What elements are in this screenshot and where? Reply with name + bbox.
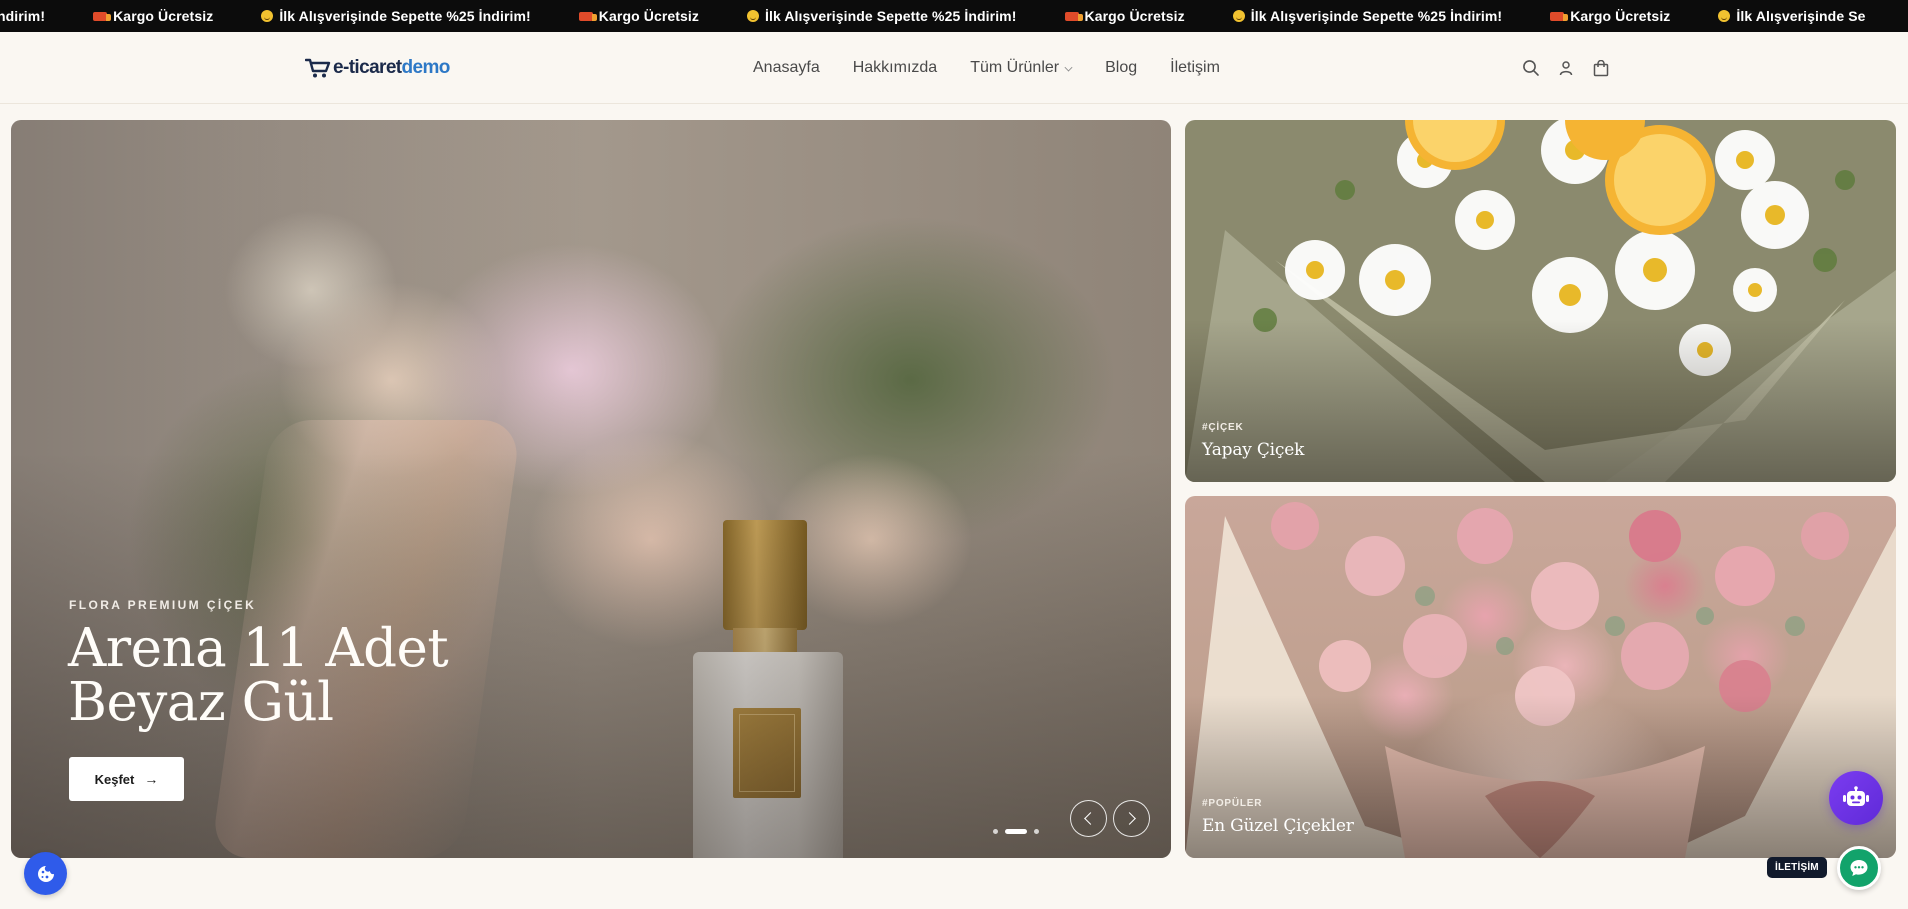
chevron-left-icon <box>1084 812 1097 825</box>
search-button[interactable] <box>1519 56 1543 80</box>
promo-card-popular-flowers[interactable]: #POPÜLER En Güzel Çiçekler <box>1185 496 1896 858</box>
slider-prev-button[interactable] <box>1070 800 1107 837</box>
chatbot-button[interactable] <box>1829 771 1883 825</box>
promo-card-artificial-flowers[interactable]: #ÇİÇEK Yapay Çiçek <box>1185 120 1896 482</box>
arrow-right-icon: → <box>144 771 159 787</box>
truck-emoji-icon <box>578 11 597 21</box>
nav-label: Hakkımızda <box>852 59 938 76</box>
cookie-settings-button[interactable] <box>24 852 67 895</box>
announcement-text: İlk Alışverişinde Se <box>1736 8 1866 24</box>
announcement-item: İlk Alışverişinde Sepette %25 İndirim! <box>747 8 1016 24</box>
slider-dot[interactable] <box>1034 828 1039 834</box>
search-icon <box>1523 60 1539 76</box>
announcement-track: te %25 İndirim! Kargo Ücretsiz İlk Alışv… <box>0 8 1908 24</box>
hero-overlay <box>11 120 1171 858</box>
announcement-text: İlk Alışverişinde Sepette %25 İndirim! <box>765 8 1017 24</box>
bag-icon <box>1593 59 1609 76</box>
announcement-item: te %25 İndirim! <box>0 8 45 24</box>
account-button[interactable] <box>1554 56 1578 80</box>
card-tag: #ÇİÇEK <box>1202 422 1244 433</box>
announcement-item: İlk Alışverişinde Sepette %25 İndirim! <box>261 8 531 24</box>
announcement-item: Kargo Ücretsiz <box>578 8 700 24</box>
cart-button[interactable] <box>1589 56 1613 80</box>
truck-emoji-icon <box>1064 11 1083 21</box>
site-header: e-ticaretdemo Anasayfa Hakkımızda Tüm Ür… <box>0 32 1908 104</box>
site-logo[interactable]: e-ticaretdemo <box>305 54 450 82</box>
robot-icon <box>1843 786 1869 806</box>
slider-pagination <box>993 828 1046 834</box>
header-actions <box>1519 56 1613 80</box>
nav-item-all-products[interactable]: Tüm Ürünler <box>970 59 1073 77</box>
cart-logo-icon <box>305 58 331 78</box>
chevron-right-icon <box>1123 812 1136 825</box>
nav-label: İletişim <box>1170 59 1220 76</box>
card-title: En Güzel Çiçekler <box>1202 816 1354 836</box>
announcement-text: Kargo Ücretsiz <box>598 8 700 24</box>
announcement-text: Kargo Ücretsiz <box>113 8 214 24</box>
announcement-item: Kargo Ücretsiz <box>1064 8 1185 24</box>
hero-title: Arena 11 Adet Beyaz Gül <box>68 618 449 733</box>
truck-emoji-icon <box>1550 11 1569 21</box>
card-title: Yapay Çiçek <box>1202 440 1305 460</box>
nav-item-contact[interactable]: İletişim <box>1170 59 1220 77</box>
logo-part-2: demo <box>401 57 451 78</box>
slider-next-button[interactable] <box>1113 800 1150 837</box>
announcement-text: te %25 İndirim! <box>0 8 46 24</box>
announcement-item: İlk Alışverişinde Sepette %25 İndirim! <box>1232 8 1503 24</box>
announcement-bar: te %25 İndirim! Kargo Ücretsiz İlk Alışv… <box>0 0 1908 32</box>
smile-emoji-icon <box>1232 10 1245 22</box>
main-nav: Anasayfa Hakkımızda Tüm Ürünler Blog İle… <box>753 32 1220 104</box>
announcement-text: İlk Alışverişinde Sepette %25 İndirim! <box>1250 8 1503 24</box>
smile-emoji-icon <box>261 10 274 22</box>
smile-emoji-icon <box>1718 10 1731 22</box>
whatsapp-chat-button[interactable] <box>1837 846 1881 890</box>
announcement-text: Kargo Ücretsiz <box>1084 8 1185 24</box>
slider-dot[interactable] <box>993 828 998 834</box>
chevron-down-icon <box>1064 63 1073 71</box>
discover-button[interactable]: Keşfet → <box>69 757 184 801</box>
card-overlay <box>1185 120 1896 482</box>
announcement-text: İlk Alışverişinde Sepette %25 İndirim! <box>279 8 531 24</box>
logo-part-1: e-ticaret <box>333 57 402 78</box>
cookie-icon <box>37 865 54 882</box>
announcement-text: Kargo Ücretsiz <box>1570 8 1671 24</box>
announcement-item: Kargo Ücretsiz <box>93 8 213 24</box>
smile-emoji-icon <box>747 10 760 22</box>
card-tag: #POPÜLER <box>1202 798 1263 809</box>
discover-button-label: Keşfet <box>94 771 135 787</box>
truck-emoji-icon <box>93 11 112 21</box>
hero-eyebrow: FLORA PREMIUM ÇİÇEK <box>69 598 257 612</box>
user-icon <box>1559 61 1573 76</box>
logo-wordmark: e-ticaretdemo <box>333 57 450 79</box>
hero-slider: FLORA PREMIUM ÇİÇEK Arena 11 Adet Beyaz … <box>11 120 1171 858</box>
nav-item-about[interactable]: Hakkımızda <box>853 59 937 77</box>
nav-label: Anasayfa <box>753 59 820 76</box>
nav-label: Tüm Ürünler <box>970 59 1060 76</box>
nav-label: Blog <box>1105 59 1138 76</box>
chat-bubble-icon <box>1850 860 1868 876</box>
nav-item-home[interactable]: Anasayfa <box>753 59 820 77</box>
announcement-item: Kargo Ücretsiz <box>1550 8 1670 24</box>
announcement-item: İlk Alışverişinde Se <box>1718 8 1865 24</box>
nav-item-blog[interactable]: Blog <box>1105 59 1137 77</box>
card-overlay <box>1185 496 1896 858</box>
slider-dot-active[interactable] <box>1005 828 1027 834</box>
contact-label: İLETİŞİM <box>1767 857 1827 878</box>
